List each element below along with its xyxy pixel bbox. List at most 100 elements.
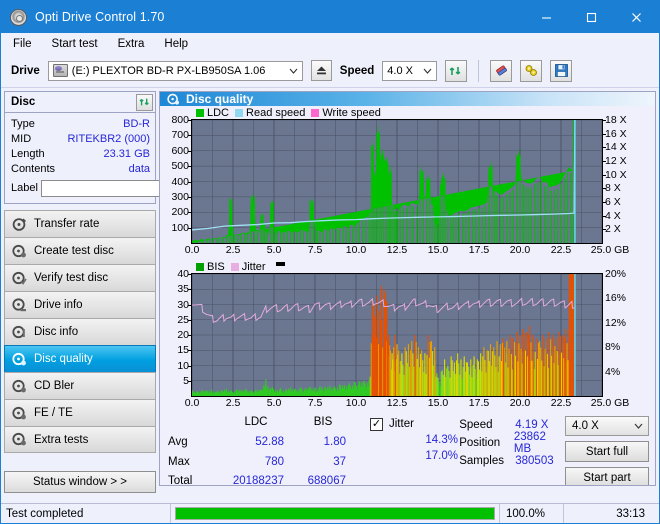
close-icon[interactable] [614,1,659,33]
x-tick-label: 0.0 [184,244,200,256]
y2-tick-label: 4% [605,365,621,378]
progress-fill [176,508,494,519]
drive-toolbar: Drive (E:) PLEXTOR BD-R PX-LB950SA 1.06 … [1,54,659,88]
menu-item-extra[interactable]: Extra [116,37,147,51]
bis-plot-area [191,273,603,397]
x-tick-label: 25.0 GB [590,244,630,256]
sidebar-item-label: Create test disc [34,245,114,257]
sidebar-item-label: Extra tests [34,433,89,446]
x-tick-label: 17.5 [468,244,490,256]
y-tick-label: 600 [171,144,189,157]
ldc-chart: LDC Read speed Write speed 100 200 300 400 5… [160,106,655,258]
y2-tick-label: 16% [605,292,627,305]
x-tick-label: 10.0 [345,244,367,256]
speed-select[interactable]: 4.0 X [382,60,438,81]
save-button[interactable] [550,59,573,82]
disc-label-key: Label [11,182,38,194]
disc-icon [12,325,25,338]
test-speed-select[interactable]: 4.0 X [565,416,649,436]
sidebar-item-disc-quality[interactable]: Disc quality [4,345,156,372]
x-tick-label: 20.0 [509,244,531,256]
y2-tick-mark [603,202,606,203]
sidebar-item-create-test-disc[interactable]: Create test disc [4,237,156,264]
minimize-icon[interactable] [524,1,569,33]
legend-label: BIS [207,260,225,273]
menu-item-file[interactable]: File [11,37,34,51]
x-tick-label: 7.5 [307,397,323,409]
legend-item-bis: BIS [196,261,225,273]
y2-tick-label: 16 X [605,127,627,140]
start-part-button[interactable]: Start part [565,467,649,485]
eject-button[interactable] [310,60,332,81]
y-tick-label: 500 [171,160,189,173]
sidebar-item-transfer-rate[interactable]: Transfer rate [4,210,156,237]
refresh-drive-button[interactable] [445,59,468,82]
sidebar: Disc Type BD-R MID RITEKBR2 (000) Length… [1,88,246,493]
x-tick-label: 22.5 [550,397,572,409]
disc-row-length: Length 23.31 GB [11,146,150,161]
y2-tick-label: 10 X [605,168,627,181]
settings-button[interactable] [520,59,543,82]
toolbar-divider [478,59,480,82]
disc-icon [12,271,27,285]
sidebar-item-disc-info[interactable]: Disc info [4,318,156,345]
x-tick-label: 7.5 [307,244,323,256]
maximize-icon[interactable] [569,1,614,33]
x-tick-label: 10.0 [345,397,367,409]
menu-bar: File Start test Extra Help [1,33,659,54]
position-row: Position 23862 MB [459,431,565,455]
legend-item-read-speed: Read speed [235,107,305,119]
disc-row-mid: MID RITEKBR2 (000) [11,131,150,146]
test-nav-list: Transfer rate Create test disc Verify te… [4,210,156,453]
menu-item-help[interactable]: Help [162,37,190,51]
legend-swatch [311,108,320,117]
position-stat-value: 23862 MB [513,431,546,455]
erase-button[interactable] [490,59,513,82]
status-window-button[interactable]: Status window > > [4,471,156,493]
status-bar: Test completed 100.0% 33:13 [1,503,659,523]
app-window: Opti Drive Control 1.70 File Start test … [0,0,660,524]
disc-panel-header: Disc [5,92,155,113]
disc-row-contents: Contents data [11,161,150,176]
jitter-checkbox[interactable]: ✓ [370,417,383,431]
drive-icon [52,64,68,77]
legend-label: Jitter [241,260,266,273]
disc-row-key: MID [11,132,32,145]
y2-tick-label: 8 X [605,182,621,195]
menu-item-start-test[interactable]: Start test [50,37,100,51]
legend-label: Read speed [246,106,306,119]
legend-item-write-speed: Write speed [311,107,381,119]
stats-header-ldc: LDC [244,416,268,428]
disc-info-panel: Disc Type BD-R MID RITEKBR2 (000) Length… [4,91,246,204]
samples-stat-value: 380503 [515,455,554,467]
stats-max-bis: 37 [333,455,346,468]
sidebar-item-verify-test-disc[interactable]: Verify test disc [4,264,156,291]
speed-select-value: 4.0 X [387,64,413,77]
disc-info-rows: Type BD-R MID RITEKBR2 (000) Length 23.3… [5,113,246,203]
sidebar-item-fe-te[interactable]: FE / TE [4,399,156,426]
y2-tick-label: 14 X [605,141,627,154]
sidebar-item-drive-info[interactable]: Drive info [4,291,156,318]
sidebar-item-label: Disc quality [34,353,93,365]
stats-row-label-max: Max [168,455,190,468]
y2-tick-mark [603,120,606,121]
ldc-plot-area [191,119,603,244]
window-controls [524,1,659,33]
y-tick-label: 800 [171,114,189,126]
sidebar-item-extra-tests[interactable]: Extra tests [4,426,156,453]
y-tick-label: 100 [171,221,189,234]
bis-chart-legend: BIS Jitter [160,260,655,273]
drive-select[interactable]: (E:) PLEXTOR BD-R PX-LB950SA 1.06 [47,60,303,81]
samples-stat-label: Samples [459,455,504,467]
disc-quality-icon [167,93,180,105]
disc-refresh-button[interactable] [136,93,153,111]
y2-tick-label: 4 X [605,209,621,222]
disc-row-key: Type [11,117,35,130]
x-tick-label: 2.5 [225,397,241,409]
start-full-button[interactable]: Start full [565,441,649,462]
sidebar-item-cd-bler[interactable]: CD Bler [4,372,156,399]
eject-icon [316,66,326,75]
y2-tick-label: 6 X [605,196,621,208]
disc-row-value: 23.31 GB [103,147,150,160]
x-tick-label: 15.0 [427,244,449,256]
